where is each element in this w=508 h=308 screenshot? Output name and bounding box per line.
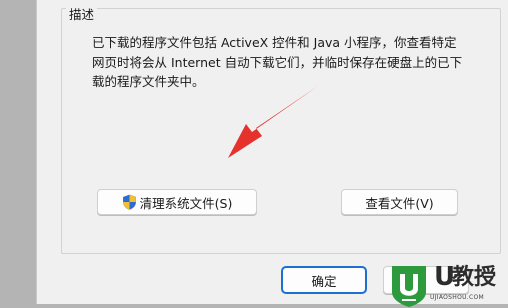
watermark: U 教授 UJIAOSHOU.COM [386, 262, 508, 308]
watermark-logo-icon [392, 266, 426, 307]
watermark-brand-text: 教授 [452, 265, 497, 290]
watermark-site-text: UJIAOSHOU.COM [430, 294, 484, 301]
